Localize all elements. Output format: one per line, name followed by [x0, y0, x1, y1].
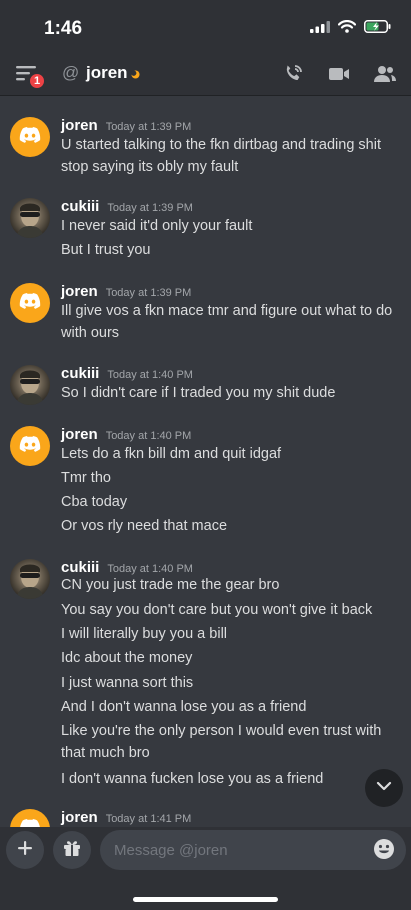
message-header: joren Today at 1:41 PM	[61, 809, 191, 826]
avatar[interactable]	[10, 365, 50, 405]
notification-badge: 1	[28, 72, 46, 90]
message-text[interactable]: Cba today	[61, 491, 401, 513]
message-text[interactable]: So I didn't care if I traded you my shit…	[61, 382, 401, 404]
gift-icon	[62, 838, 82, 863]
app-root: 1:46 1 @ joren joren Today at 1:39 PM U …	[0, 0, 411, 910]
message-text[interactable]: But I trust you	[61, 239, 401, 261]
avatar[interactable]	[10, 809, 50, 827]
menu-button[interactable]: 1	[14, 62, 46, 90]
jump-to-bottom-button[interactable]	[365, 769, 403, 807]
moon-icon	[131, 66, 140, 84]
status-time: 1:46	[44, 18, 83, 39]
message-text[interactable]: You say you don't care but you won't giv…	[61, 599, 401, 621]
chevron-down-icon	[375, 777, 393, 800]
message-text[interactable]: CN you just trade me the gear bro	[61, 574, 401, 596]
message-text[interactable]: Lets do a fkn bill dm and quit idgaf	[61, 443, 401, 465]
message-text[interactable]: Like you're the only person I would even…	[61, 720, 401, 764]
message-list[interactable]: joren Today at 1:39 PM U started talking…	[0, 97, 411, 827]
username[interactable]: joren	[61, 117, 98, 134]
timestamp: Today at 1:40 PM	[105, 430, 192, 442]
username[interactable]: joren	[61, 426, 98, 443]
home-bar-area	[0, 877, 411, 910]
add-attachment-button[interactable]	[6, 831, 44, 869]
message-header: cukiii Today at 1:39 PM	[61, 198, 193, 215]
message-text[interactable]: Idc about the money	[61, 647, 401, 669]
message-text[interactable]: I don't wanna fucken lose you as a frien…	[61, 768, 401, 790]
username[interactable]: joren	[61, 283, 98, 300]
discord-logo-icon	[19, 126, 41, 148]
phone-call-icon[interactable]	[281, 62, 305, 91]
message-text[interactable]: Tmr tho	[61, 467, 401, 489]
channel-header: 1 @ joren	[0, 52, 411, 96]
timestamp: Today at 1:40 PM	[107, 369, 193, 381]
message-header: joren Today at 1:40 PM	[61, 426, 191, 443]
video-camera-icon[interactable]	[327, 62, 351, 91]
signal-icon	[310, 20, 330, 38]
battery-icon	[364, 20, 391, 38]
avatar[interactable]	[10, 283, 50, 323]
members-icon[interactable]	[373, 62, 397, 91]
wifi-icon	[337, 20, 357, 38]
avatar[interactable]	[10, 117, 50, 157]
home-indicator[interactable]	[133, 897, 278, 902]
message-text[interactable]: I will literally buy you a bill	[61, 623, 401, 645]
message-text[interactable]: Or vos rly need that mace	[61, 515, 401, 537]
avatar[interactable]	[10, 426, 50, 466]
plus-icon	[16, 839, 34, 862]
message-text[interactable]: I never said it'd only your fault	[61, 215, 401, 237]
discord-logo-icon	[19, 435, 41, 457]
timestamp: Today at 1:39 PM	[107, 202, 193, 214]
message-text[interactable]: And I don't wanna lose you as a friend	[61, 696, 401, 718]
header-actions	[281, 62, 397, 91]
emoji-icon[interactable]	[373, 838, 395, 865]
status-bar: 1:46	[0, 0, 411, 52]
gift-button[interactable]	[53, 831, 91, 869]
discord-logo-icon	[19, 292, 41, 314]
timestamp: Today at 1:41 PM	[105, 813, 192, 825]
message-text[interactable]: Ill give vos a fkn mace tmr and figure o…	[61, 300, 401, 344]
username[interactable]: cukiii	[61, 365, 99, 382]
message-composer	[0, 827, 411, 877]
avatar[interactable]	[10, 559, 50, 599]
username[interactable]: cukiii	[61, 198, 99, 215]
message-header: cukiii Today at 1:40 PM	[61, 365, 193, 382]
message-input[interactable]	[100, 830, 406, 870]
username[interactable]: joren	[61, 809, 98, 826]
status-icons	[310, 20, 391, 38]
message-text[interactable]: I just wanna sort this	[61, 672, 401, 694]
message-header: joren Today at 1:39 PM	[61, 283, 191, 300]
timestamp: Today at 1:39 PM	[105, 121, 192, 133]
timestamp: Today at 1:39 PM	[105, 287, 192, 299]
message-header: joren Today at 1:39 PM	[61, 117, 191, 134]
channel-name[interactable]: joren	[86, 63, 128, 83]
message-text[interactable]: U started talking to the fkn dirtbag and…	[61, 134, 401, 178]
at-icon: @	[62, 63, 80, 82]
avatar[interactable]	[10, 198, 50, 238]
discord-logo-icon	[19, 818, 41, 827]
